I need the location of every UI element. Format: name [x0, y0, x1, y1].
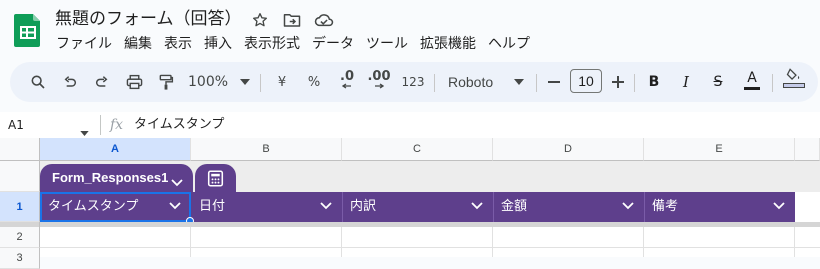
table-header-divider	[644, 192, 645, 222]
increase-decimal-button[interactable]: .00	[366, 70, 392, 90]
document-title[interactable]: 無題のフォーム（回答）	[55, 7, 242, 31]
fill-color-swatch	[783, 83, 805, 88]
strikethrough-button[interactable]: S	[708, 72, 728, 92]
table-header-label: 日付	[199, 199, 226, 214]
menu-insert[interactable]: 挿入	[198, 33, 238, 55]
currency-format-button[interactable]: ¥	[274, 72, 290, 92]
menu-format[interactable]: 表示形式	[238, 33, 306, 55]
grid-line	[492, 227, 493, 257]
decrease-font-size-icon[interactable]	[546, 72, 562, 92]
menu-data[interactable]: データ	[306, 33, 360, 55]
table-header-cell-amount[interactable]: 金額	[493, 192, 644, 222]
arrow-right-icon	[375, 83, 384, 89]
row-header-1[interactable]: 1	[0, 192, 40, 222]
chevron-down-icon[interactable]	[238, 72, 252, 92]
chevron-down-icon[interactable]	[512, 72, 526, 92]
grid-line	[794, 227, 795, 257]
bold-button[interactable]: B	[646, 72, 662, 92]
formula-input[interactable]: タイムスタンプ	[134, 116, 224, 134]
menu-edit[interactable]: 編集	[118, 33, 158, 55]
cloud-saved-icon[interactable]	[314, 10, 334, 30]
grid-line	[341, 227, 342, 257]
frozen-row-divider[interactable]	[40, 222, 820, 227]
search-icon[interactable]	[28, 72, 48, 92]
star-icon[interactable]	[250, 10, 270, 30]
text-color-button[interactable]: A	[742, 70, 762, 90]
calculator-icon	[207, 170, 224, 187]
column-header-f[interactable]	[795, 138, 820, 161]
table-header-label: 内訳	[350, 199, 377, 214]
print-icon[interactable]	[124, 72, 144, 92]
fill-color-icon[interactable]	[782, 68, 806, 88]
undo-icon[interactable]	[60, 72, 80, 92]
column-header-e[interactable]: E	[644, 138, 795, 161]
select-all-corner[interactable]	[0, 138, 40, 161]
decrease-decimal-label: .0	[340, 69, 354, 84]
column-header-b[interactable]: B	[191, 138, 342, 161]
increase-decimal-label: .00	[367, 69, 391, 84]
formula-bar-divider	[100, 115, 101, 135]
row-header-table-band	[0, 161, 40, 192]
move-to-folder-icon[interactable]	[282, 10, 302, 30]
toolbar-divider	[634, 74, 635, 92]
chevron-down-icon[interactable]	[471, 202, 483, 210]
google-sheets-icon[interactable]	[14, 12, 42, 48]
chevron-down-icon[interactable]	[320, 202, 332, 210]
table-header-cell-breakdown[interactable]: 内訳	[342, 192, 493, 222]
redo-icon[interactable]	[92, 72, 112, 92]
table-header-cell-date[interactable]: 日付	[191, 192, 342, 222]
toolbar-divider	[772, 74, 773, 92]
table-header-divider	[493, 192, 494, 222]
menu-extensions[interactable]: 拡張機能	[414, 33, 482, 55]
font-size-input[interactable]: 10	[570, 69, 602, 93]
row-header-2[interactable]: 2	[0, 227, 40, 248]
chevron-down-icon[interactable]	[622, 202, 634, 210]
zoom-select[interactable]: 100%	[188, 72, 232, 92]
table-calculation-tab[interactable]	[195, 164, 236, 192]
increase-font-size-icon[interactable]	[610, 72, 626, 92]
zoom-value: 100%	[188, 74, 229, 90]
table-header-label: 金額	[501, 199, 528, 214]
paint-format-icon[interactable]	[156, 72, 176, 92]
grid-line	[40, 247, 820, 248]
text-color-label: A	[747, 69, 757, 86]
decrease-decimal-button[interactable]: .0	[336, 70, 358, 90]
menu-tools[interactable]: ツール	[360, 33, 414, 55]
toolbar-divider	[260, 74, 261, 92]
grid-line	[190, 227, 191, 257]
grid-line	[643, 227, 644, 257]
text-color-swatch	[744, 86, 760, 90]
arrow-left-icon	[342, 83, 351, 89]
table-header-label: 備考	[652, 199, 679, 214]
italic-button[interactable]: I	[678, 72, 694, 92]
table-name: Form_Responses1	[52, 170, 169, 185]
menu-view[interactable]: 表示	[158, 33, 198, 55]
font-family-select[interactable]: Roboto	[448, 72, 508, 92]
toolbar-divider	[434, 74, 435, 92]
menu-help[interactable]: ヘルプ	[482, 33, 536, 55]
menu-file[interactable]: ファイル	[50, 33, 118, 55]
column-header-a[interactable]: A	[40, 138, 191, 161]
function-icon: fx	[110, 117, 124, 133]
chevron-down-icon[interactable]	[171, 172, 183, 191]
active-cell-a1[interactable]	[40, 192, 191, 222]
number-format-button[interactable]: 123	[400, 72, 426, 92]
column-header-d[interactable]: D	[493, 138, 644, 161]
menu-bar: ファイル 編集 表示 挿入 表示形式 データ ツール 拡張機能 ヘルプ	[50, 33, 536, 55]
column-header-c[interactable]: C	[342, 138, 493, 161]
name-box[interactable]: A1	[8, 116, 24, 134]
table-header-divider	[342, 192, 343, 222]
toolbar-divider	[536, 74, 537, 92]
percent-format-button[interactable]: %	[306, 72, 322, 92]
chevron-down-icon[interactable]	[773, 202, 785, 210]
table-header-cell-notes[interactable]: 備考	[644, 192, 795, 222]
row-header-3[interactable]: 3	[0, 248, 40, 269]
